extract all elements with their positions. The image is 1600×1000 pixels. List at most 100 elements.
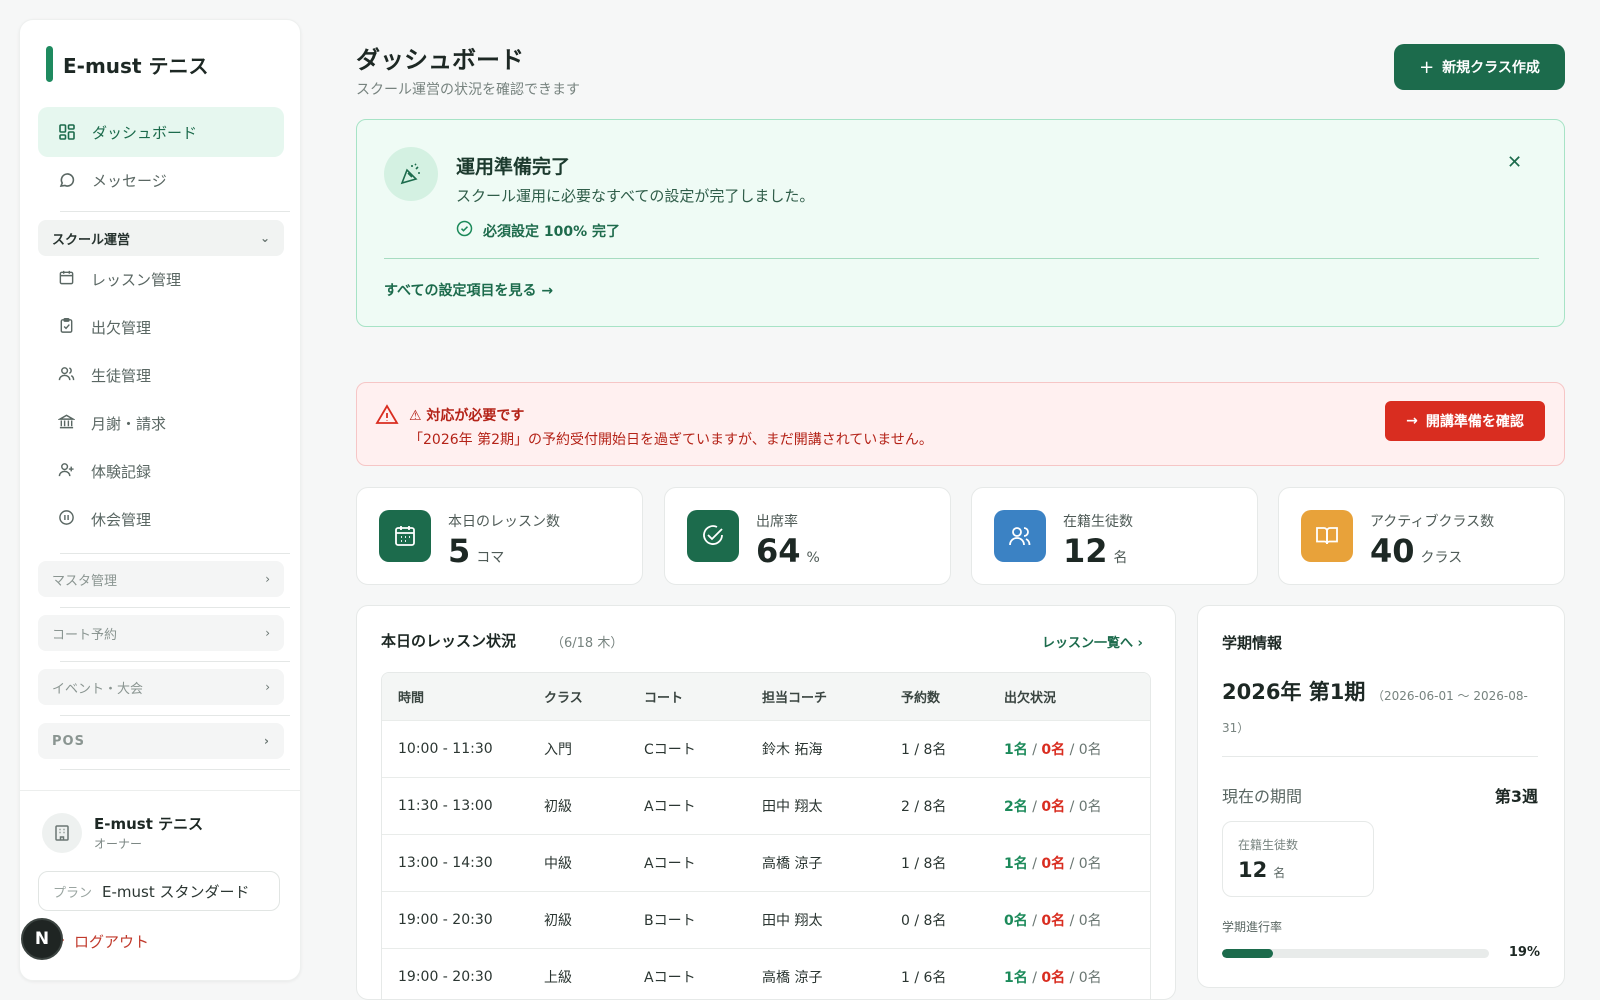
- sidebar-divider: [60, 715, 290, 716]
- column-header-attendance: 出欠状況: [1004, 691, 1057, 706]
- attendance-other: 0名: [1078, 856, 1102, 872]
- users-icon: [994, 510, 1046, 562]
- grid-icon: [58, 123, 76, 141]
- stat-value: 5 コマ: [448, 532, 504, 570]
- new-class-label: 新規クラス作成: [1442, 60, 1540, 76]
- column-header-court: コート: [644, 691, 684, 706]
- cell-reserved: 0 / 8名: [901, 913, 947, 929]
- calendar-icon: [379, 510, 431, 562]
- nav-lessons[interactable]: レッスン管理: [58, 261, 181, 297]
- logout-label: ログアウト: [74, 933, 150, 951]
- today-lessons-title: 本日のレッスン状況: [381, 632, 517, 650]
- cell-time: 19:00 - 20:30: [398, 969, 493, 985]
- attendance-separator: /: [1027, 970, 1042, 986]
- table-row[interactable]: 13:00 - 14:30 中級 Aコート 高橋 涼子 1 / 8名 1名 / …: [382, 835, 1150, 892]
- section-events[interactable]: イベント・大会 ›: [38, 669, 284, 705]
- term-students-value: 12 名: [1238, 858, 1285, 882]
- stat-value: 64 %: [756, 532, 820, 570]
- cell-time: 10:00 - 11:30: [398, 741, 493, 757]
- cell-reserved: 1 / 6名: [901, 970, 947, 986]
- chat-bubble-icon: [58, 171, 76, 189]
- cell-attendance: 2名 / 0名 / 0名: [1004, 796, 1150, 816]
- cell-reserved: 1 / 8名: [901, 742, 947, 758]
- nav-dashboard[interactable]: ダッシュボード: [38, 107, 284, 157]
- cell-class: 初級: [544, 799, 572, 815]
- check-opening-button[interactable]: → 開講準備を確認: [1385, 401, 1545, 441]
- stat-card-classes: アクティブクラス数 40 クラス: [1278, 487, 1565, 585]
- table-row[interactable]: 11:30 - 13:00 初級 Aコート 田中 翔太 2 / 8名 2名 / …: [382, 778, 1150, 835]
- nav-messages[interactable]: メッセージ: [38, 155, 284, 205]
- stat-number: 64: [756, 532, 801, 570]
- book-open-icon: [1301, 510, 1353, 562]
- new-class-button[interactable]: + 新規クラス作成: [1394, 44, 1565, 90]
- attendance-present: 1名: [1004, 742, 1028, 758]
- stat-unit: %: [806, 550, 820, 566]
- close-icon[interactable]: ✕: [1507, 152, 1522, 173]
- table-row[interactable]: 10:00 - 11:30 入門 Cコート 鈴木 拓海 1 / 8名 1名 / …: [382, 721, 1150, 778]
- term-students-unit: 名: [1273, 866, 1286, 880]
- attendance-present: 1名: [1004, 856, 1028, 872]
- current-period-label: 現在の期間: [1222, 787, 1303, 806]
- cell-court: Bコート: [644, 913, 696, 929]
- section-pos[interactable]: POS ›: [38, 723, 284, 759]
- cell-reserved: 2 / 8名: [901, 799, 947, 815]
- all-settings-link[interactable]: すべての設定項目を見る →: [384, 280, 553, 300]
- term-info-card: 学期情報 2026年 第1期 （2026-06-01 〜 2026-08-31）…: [1197, 605, 1565, 988]
- current-period-value: 第3週: [1494, 787, 1538, 806]
- column-header-reserved: 予約数: [901, 691, 941, 706]
- chevron-down-icon: ⌄: [259, 231, 270, 245]
- cell-court: Aコート: [644, 799, 696, 815]
- stat-label: 本日のレッスン数: [448, 514, 560, 530]
- attendance-absent: 0名: [1041, 970, 1066, 986]
- warning-triangle-icon: [375, 403, 399, 431]
- setup-complete-desc: スクール運用に必要なすべての設定が完了しました。: [456, 187, 815, 205]
- stat-value: 12 名: [1063, 532, 1128, 570]
- plan-value: E-must スタンダード: [102, 882, 250, 901]
- table-row[interactable]: 19:00 - 20:30 上級 Aコート 高橋 涼子 1 / 6名 1名 / …: [382, 949, 1150, 999]
- setup-progress: 必須設定 100% 完了: [456, 220, 620, 241]
- stat-unit: 名: [1113, 550, 1128, 566]
- table-row[interactable]: 19:00 - 20:30 初級 Bコート 田中 翔太 0 / 8名 0名 / …: [382, 892, 1150, 949]
- check-circle-icon: [687, 510, 739, 562]
- brand[interactable]: E-must テニス: [46, 46, 208, 82]
- cell-attendance: 1名 / 0名 / 0名: [1004, 853, 1150, 873]
- sidebar-divider: [60, 211, 290, 212]
- attendance-other: 0名: [1078, 970, 1102, 986]
- attendance-present: 1名: [1004, 970, 1028, 986]
- brand-accent-bar: [46, 46, 53, 82]
- attendance-separator: /: [1027, 913, 1042, 929]
- cell-time: 11:30 - 13:00: [398, 798, 493, 814]
- nav-suspension[interactable]: 休会管理: [58, 501, 151, 537]
- section-master[interactable]: マスタ管理 ›: [38, 561, 284, 597]
- cell-coach: 高橋 涼子: [762, 970, 823, 986]
- attendance-other: 0名: [1078, 913, 1102, 929]
- check-opening-label: 開講準備を確認: [1425, 414, 1524, 430]
- section-school-ops[interactable]: スクール運営 ⌄: [38, 220, 284, 256]
- section-court[interactable]: コート予約 ›: [38, 615, 284, 651]
- attendance-separator: /: [1027, 799, 1042, 815]
- nav-billing[interactable]: 月謝・請求: [57, 405, 166, 441]
- setup-progress-label: 必須設定 100% 完了: [483, 223, 620, 240]
- plan-selector[interactable]: プラン E-must スタンダード: [38, 871, 280, 911]
- nav-trial[interactable]: 体験記録: [58, 453, 151, 489]
- term-progress-percent: 19%: [1508, 945, 1540, 960]
- nav-trial-label: 体験記録: [91, 462, 152, 481]
- stat-value: 40 クラス: [1370, 532, 1462, 570]
- nav-attendance[interactable]: 出欠管理: [58, 309, 151, 345]
- party-popper-icon: [384, 147, 438, 201]
- dev-indicator-badge[interactable]: N: [21, 918, 63, 960]
- column-header-class: クラス: [544, 691, 583, 706]
- chevron-right-icon: ›: [264, 734, 270, 748]
- attendance-separator: /: [1065, 856, 1079, 872]
- attendance-absent: 0名: [1041, 742, 1066, 758]
- building-icon: [42, 813, 82, 853]
- user-plus-icon: [58, 461, 75, 482]
- nav-students[interactable]: 生徒管理: [58, 357, 151, 393]
- term-progress-bar: [1222, 949, 1489, 958]
- today-lessons-date: （6/18 木）: [551, 636, 624, 651]
- logout-button[interactable]: ログアウト: [50, 931, 149, 952]
- lesson-list-link[interactable]: レッスン一覧へ ›: [1042, 632, 1143, 651]
- cell-class: 上級: [544, 970, 572, 986]
- term-progress-label: 学期進行率: [1222, 920, 1283, 934]
- section-master-label: マスタ管理: [52, 573, 118, 589]
